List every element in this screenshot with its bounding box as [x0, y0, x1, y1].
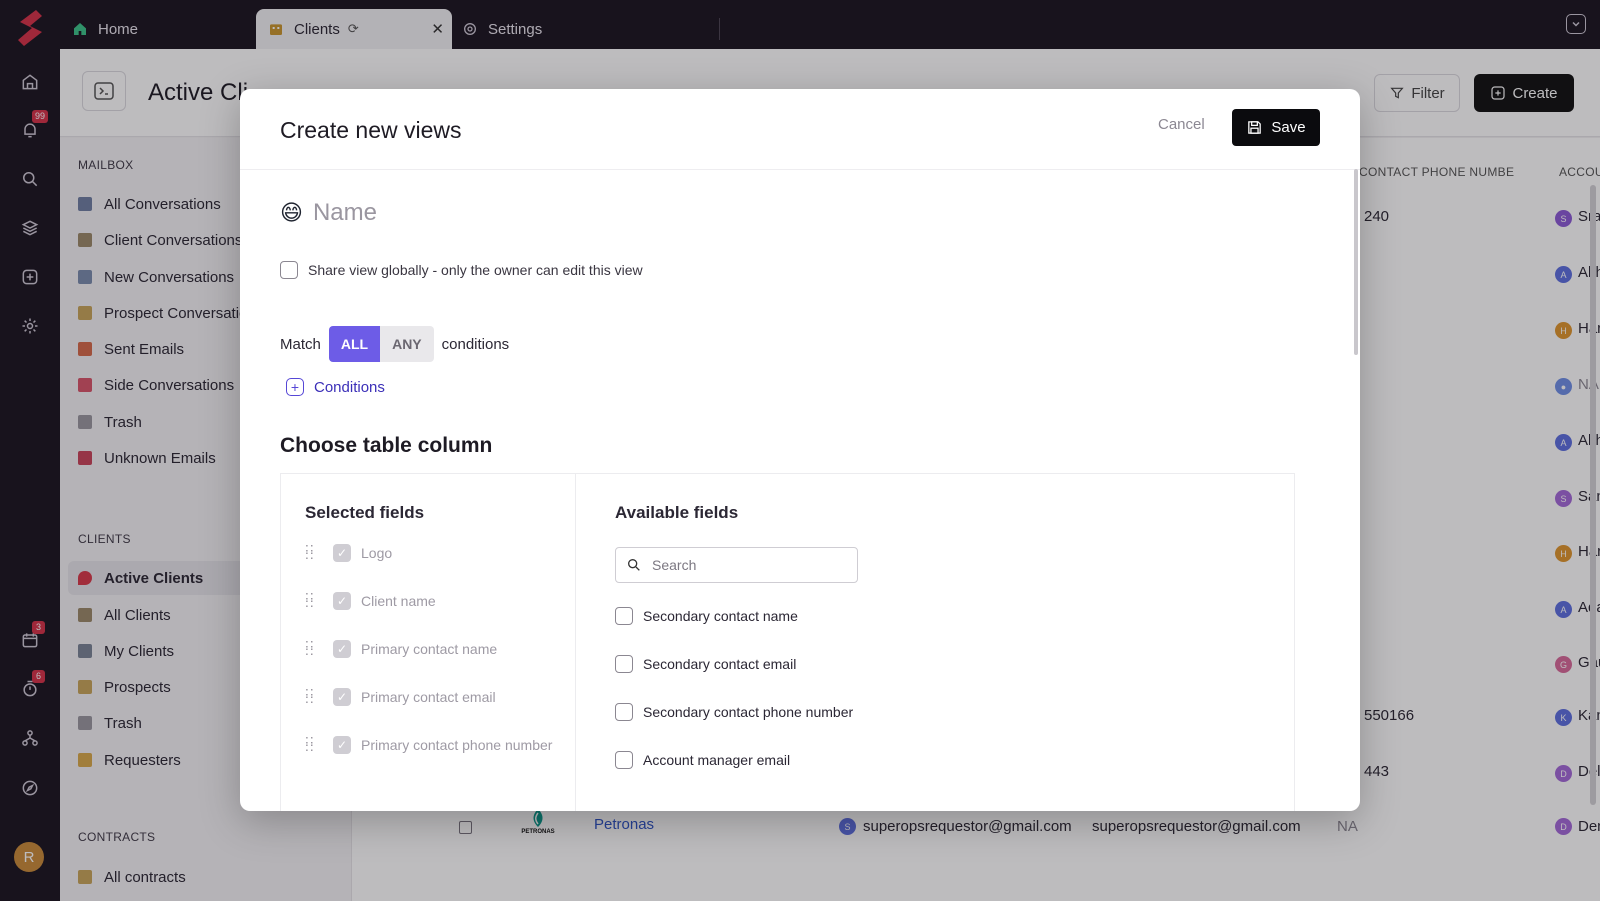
checked-checkbox: ✓	[333, 592, 351, 610]
column-chooser: Selected fields ⁚⁚ ⁚⁚ ✓ Logo ⁚⁚ ⁚⁚ ✓ Clien…	[280, 473, 1295, 811]
view-name-row: 😄	[280, 199, 813, 227]
field-label: Client name	[361, 593, 436, 609]
share-globally-label: Share view globally - only the owner can…	[308, 262, 643, 278]
field-checkbox[interactable]	[615, 655, 633, 673]
field-checkbox[interactable]	[615, 751, 633, 769]
match-all-button[interactable]: ALL	[328, 326, 381, 362]
match-conditions-row: Match ALL ANY conditions	[280, 326, 509, 362]
selected-field-item[interactable]: ⁚⁚ ⁚⁚ ✓ Client name	[305, 592, 436, 610]
emoji-picker-icon[interactable]: 😄	[280, 200, 303, 226]
field-label: Secondary contact email	[643, 656, 797, 672]
field-search-input[interactable]	[652, 557, 842, 573]
choose-columns-heading: Choose table column	[280, 434, 493, 457]
checked-checkbox: ✓	[333, 688, 351, 706]
match-label: Match	[280, 335, 321, 353]
drag-handle-icon[interactable]: ⁚⁚ ⁚⁚	[305, 640, 315, 657]
field-label: Secondary contact phone number	[643, 704, 854, 720]
selected-field-item[interactable]: ⁚⁚ ⁚⁚ ✓ Primary contact name	[305, 640, 497, 658]
share-globally-checkbox[interactable]	[280, 261, 298, 279]
plus-square-icon: +	[286, 378, 304, 396]
field-checkbox[interactable]	[615, 703, 633, 721]
column-chooser-divider	[575, 474, 576, 811]
floppy-disk-icon	[1248, 121, 1262, 134]
checked-checkbox: ✓	[333, 544, 351, 562]
checked-checkbox: ✓	[333, 736, 351, 754]
drag-handle-icon[interactable]: ⁚⁚ ⁚⁚	[305, 736, 315, 753]
selected-field-item[interactable]: ⁚⁚ ⁚⁚ ✓ Primary contact phone number	[305, 736, 552, 754]
field-label: Primary contact name	[361, 641, 498, 657]
checked-checkbox: ✓	[333, 640, 351, 658]
cancel-button[interactable]: Cancel	[1158, 116, 1205, 133]
available-field-item[interactable]: Secondary contact phone number	[615, 703, 853, 721]
conditions-suffix-label: conditions	[441, 335, 510, 353]
add-conditions-label: Conditions	[314, 378, 385, 396]
drag-handle-icon[interactable]: ⁚⁚ ⁚⁚	[305, 592, 315, 609]
share-globally-row: Share view globally - only the owner can…	[280, 261, 643, 279]
available-field-item[interactable]: Secondary contact email	[615, 655, 796, 673]
selected-fields-title: Selected fields	[305, 503, 425, 522]
modal-header: Create new views Cancel Save	[240, 89, 1360, 170]
field-label: Primary contact email	[361, 689, 496, 705]
match-any-button[interactable]: ANY	[380, 326, 434, 362]
available-fields-title: Available fields	[615, 503, 739, 522]
match-mode-toggle: ALL ANY	[328, 326, 434, 362]
available-field-item[interactable]: Secondary contact name	[615, 607, 798, 625]
field-search	[615, 547, 858, 583]
selected-field-item[interactable]: ⁚⁚ ⁚⁚ ✓ Primary contact email	[305, 688, 496, 706]
drag-handle-icon[interactable]: ⁚⁚ ⁚⁚	[305, 688, 315, 705]
field-label: Logo	[361, 545, 393, 561]
available-field-item[interactable]: Account manager email	[615, 751, 790, 769]
field-checkbox[interactable]	[615, 607, 633, 625]
modal-title: Create new views	[280, 117, 462, 143]
field-label: Primary contact phone number	[361, 737, 553, 753]
modal-scrollbar[interactable]	[1354, 169, 1358, 355]
save-label: Save	[1271, 119, 1306, 136]
add-conditions-button[interactable]: + Conditions	[286, 378, 385, 396]
save-button[interactable]: Save	[1232, 109, 1320, 146]
field-label: Secondary contact name	[643, 608, 798, 624]
create-view-modal: Create new views Cancel Save 😄 Share vie…	[240, 89, 1360, 811]
search-icon	[628, 559, 640, 571]
drag-handle-icon[interactable]: ⁚⁚ ⁚⁚	[305, 544, 315, 561]
field-label: Account manager email	[643, 752, 791, 768]
selected-field-item[interactable]: ⁚⁚ ⁚⁚ ✓ Logo	[305, 544, 392, 562]
view-name-input[interactable]	[312, 199, 813, 227]
